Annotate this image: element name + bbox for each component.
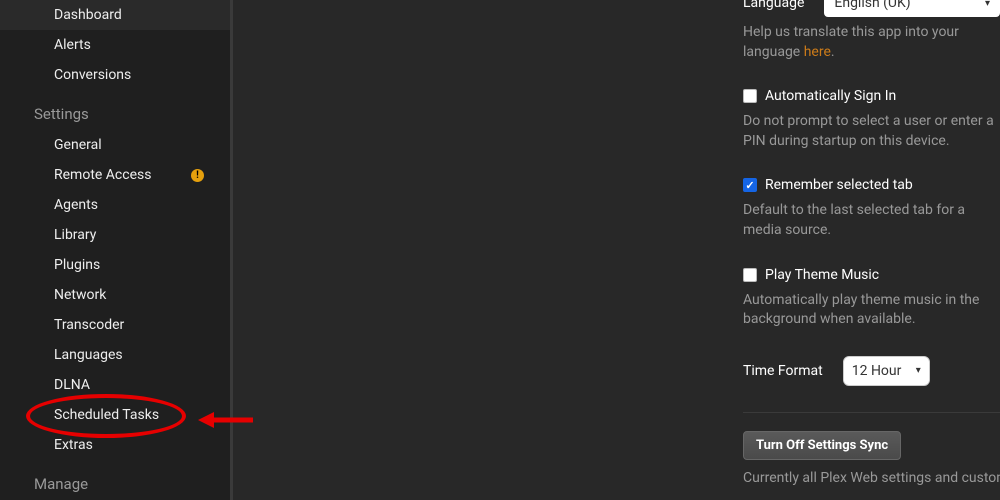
theme-music-label: Play Theme Music <box>765 267 879 283</box>
sidebar-item-label: DLNA <box>54 377 90 393</box>
sidebar-item-library[interactable]: Library <box>0 220 230 250</box>
sidebar-header-manage: Manage <box>0 468 230 500</box>
auto-signin-checkbox[interactable] <box>743 89 757 103</box>
auto-signin-label: Automatically Sign In <box>765 88 896 104</box>
sidebar-item-extras[interactable]: Extras <box>0 430 230 460</box>
sidebar-item-remote-access[interactable]: Remote Access ! <box>0 160 230 190</box>
translate-help: Help us translate this app into your lan… <box>743 23 1000 62</box>
sidebar-item-label: Scheduled Tasks <box>54 407 159 423</box>
time-format-value: 12 Hour <box>852 363 902 379</box>
divider <box>743 412 1000 413</box>
sidebar-item-label: Transcoder <box>54 317 124 333</box>
time-format-select[interactable]: 12 Hour ▾ <box>843 356 930 386</box>
sidebar-item-label: Extras <box>54 437 93 453</box>
sync-help: Currently all Plex Web settings and cust… <box>743 470 1000 486</box>
sidebar-item-dlna[interactable]: DLNA <box>0 370 230 400</box>
sidebar-item-general[interactable]: General <box>0 130 230 160</box>
remember-tab-help: Default to the last selected tab for a m… <box>743 201 1000 240</box>
warning-icon: ! <box>191 169 204 182</box>
sidebar-item-languages[interactable]: Languages <box>0 340 230 370</box>
sidebar-item-transcoder[interactable]: Transcoder <box>0 310 230 340</box>
sidebar-item-label: Dashboard <box>54 7 122 23</box>
theme-music-checkbox[interactable] <box>743 268 757 282</box>
sidebar-item-plugins[interactable]: Plugins <box>0 250 230 280</box>
sidebar-item-label: Plugins <box>54 257 100 273</box>
sidebar-item-network[interactable]: Network <box>0 280 230 310</box>
remember-tab-checkbox[interactable] <box>743 178 757 192</box>
sidebar-item-label: Library <box>54 227 96 243</box>
sidebar-item-label: Alerts <box>54 37 91 53</box>
sidebar-item-label: Agents <box>54 197 98 213</box>
sidebar-item-label: Languages <box>54 347 123 363</box>
auto-signin-help: Do not prompt to select a user or enter … <box>743 112 1000 151</box>
sidebar-item-label: Conversions <box>54 67 131 83</box>
language-label: Language <box>743 0 804 11</box>
turn-off-sync-button[interactable]: Turn Off Settings Sync <box>743 431 901 460</box>
translate-link[interactable]: here <box>804 44 831 60</box>
settings-content: Language English (UK) ▾ Help us translat… <box>233 0 1000 500</box>
sidebar-item-scheduled-tasks[interactable]: Scheduled Tasks <box>0 400 230 430</box>
sidebar: Dashboard Alerts Conversions Settings Ge… <box>0 0 233 500</box>
language-value: English (UK) <box>834 0 910 11</box>
language-select[interactable]: English (UK) ▾ <box>824 0 1000 17</box>
chevron-down-icon: ▾ <box>916 365 921 376</box>
sidebar-item-conversions[interactable]: Conversions <box>0 60 230 90</box>
sidebar-item-label: General <box>54 137 102 153</box>
sidebar-item-agents[interactable]: Agents <box>0 190 230 220</box>
chevron-down-icon: ▾ <box>985 0 990 9</box>
sidebar-header-settings: Settings <box>0 98 230 130</box>
sidebar-item-alerts[interactable]: Alerts <box>0 30 230 60</box>
time-format-label: Time Format <box>743 363 823 379</box>
remember-tab-label: Remember selected tab <box>765 177 913 193</box>
theme-music-help: Automatically play theme music in the ba… <box>743 291 1000 330</box>
sidebar-item-label: Network <box>54 287 106 303</box>
sidebar-item-label: Remote Access <box>54 167 151 183</box>
sidebar-item-dashboard[interactable]: Dashboard <box>0 0 230 30</box>
